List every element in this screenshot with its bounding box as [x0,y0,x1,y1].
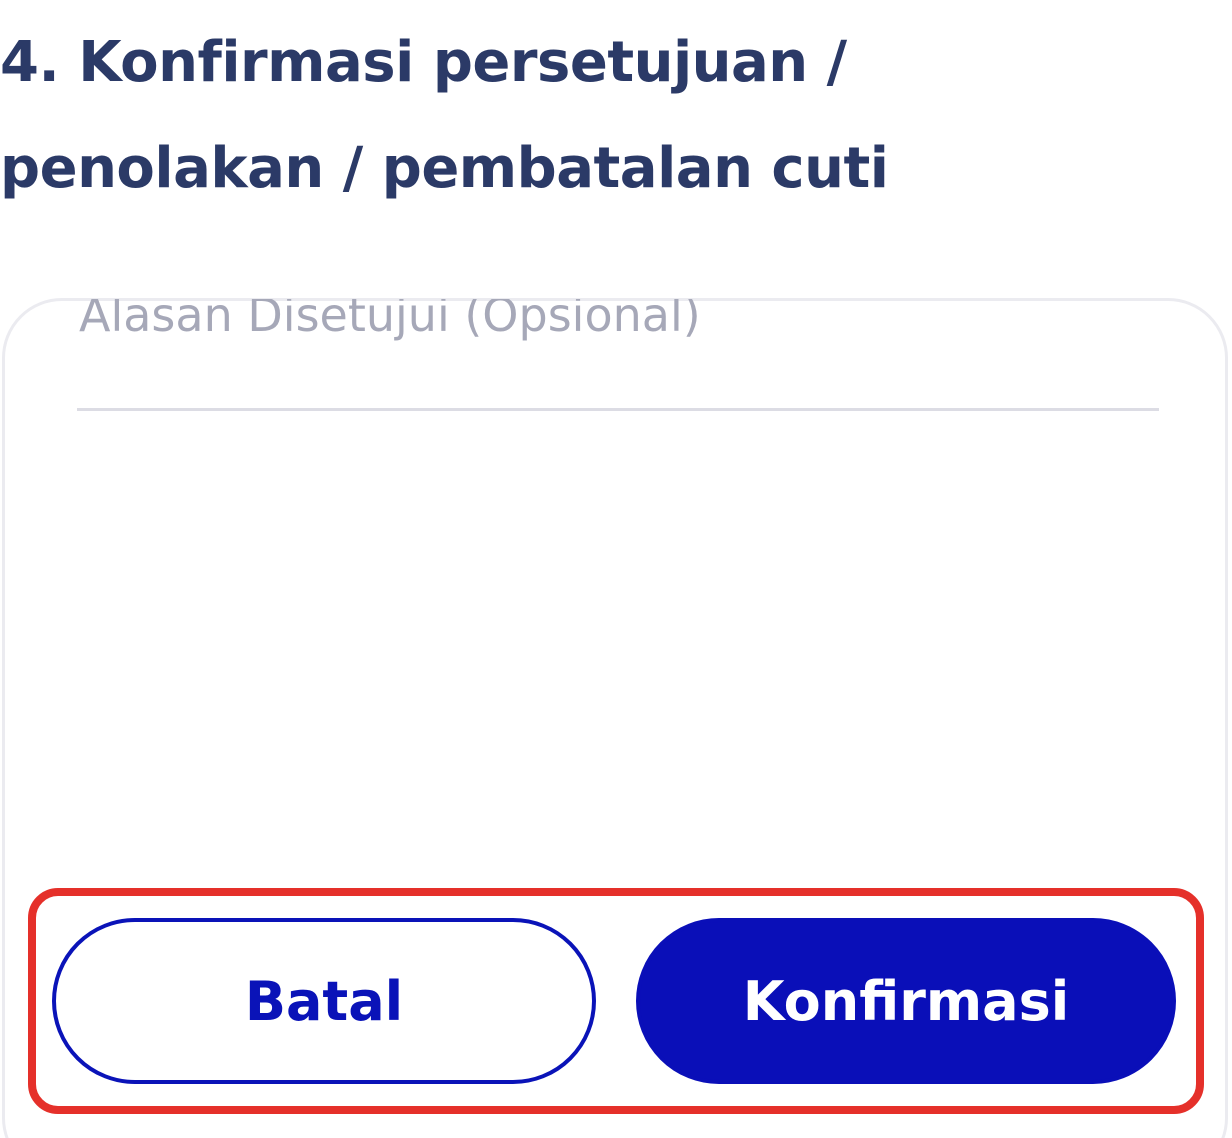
page-heading: 4. Konfirmasi persetujuan / penolakan / … [0,30,889,201]
reason-field [77,299,1159,411]
confirm-button[interactable]: Konfirmasi [636,918,1176,1084]
reason-input[interactable] [77,299,1159,408]
cancel-button[interactable]: Batal [52,918,596,1084]
